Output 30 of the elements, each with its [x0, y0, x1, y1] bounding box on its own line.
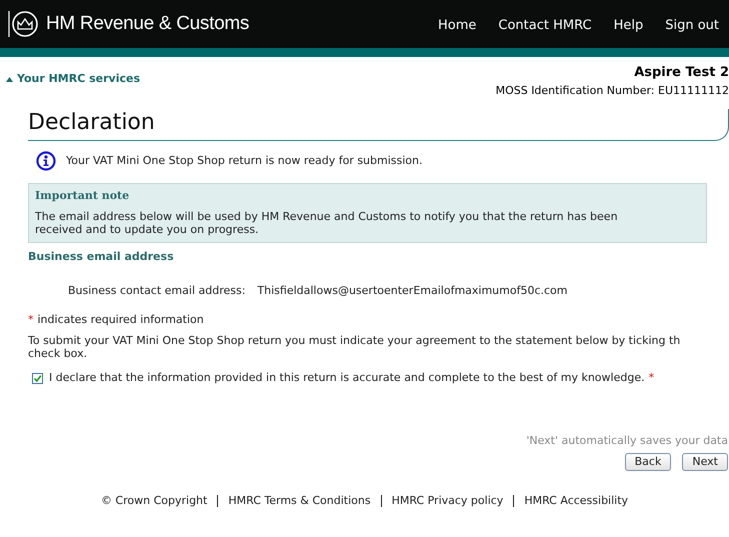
note-heading: Important note: [35, 188, 130, 204]
nav-link[interactable]: Sign out: [665, 16, 719, 36]
footer-link[interactable]: © Crown Copyright: [100, 493, 208, 510]
form-button[interactable]: Back: [624, 453, 672, 471]
form-button[interactable]: Next: [682, 453, 728, 471]
footer-link[interactable]: HMRC Accessibility: [524, 493, 628, 510]
nav-link[interactable]: Help: [614, 16, 644, 36]
brand-name: HM Revenue & Customs: [46, 12, 250, 36]
page-title: Declaration: [28, 109, 155, 137]
crown-logo-icon: [8, 9, 38, 39]
declaration-checkbox[interactable]: [32, 372, 43, 384]
account-name: Aspire Test 2: [634, 64, 729, 82]
footer-link[interactable]: HMRC Privacy policy: [392, 493, 504, 510]
info-icon: [36, 151, 56, 171]
footer-link[interactable]: HMRC Terms & Conditions: [228, 493, 371, 510]
services-link[interactable]: Your HMRC services: [0, 63, 140, 88]
nav-link[interactable]: Home: [438, 16, 476, 36]
save-note: 'Next' automatically saves your data: [526, 432, 728, 448]
declaration-text: I declare that the information provided in this return is accurate and complete to the best of my knowledge. *: [49, 370, 654, 386]
instruction-text: To submit your VAT Mini One Stop Shop return you must indicate your agreement to the statement below by ticking th: [28, 334, 680, 347]
section-heading: Business email address: [28, 248, 175, 264]
account-id: MOSS Identification Number: EU11111112: [496, 82, 729, 98]
triangle-up-icon: [6, 76, 13, 82]
field-label: Business contact email address:: [68, 283, 246, 299]
info-message: Your VAT Mini One Stop Shop return is now ready for submission.: [66, 152, 423, 169]
instruction-text: check box.: [28, 347, 88, 360]
email-value: Thisfieldallows@usertoenterEmailofmaximumof50c.com: [257, 283, 568, 299]
nav-link[interactable]: Contact HMRC: [498, 16, 592, 36]
note-text: The email address below will be used by HM Revenue and Customs to notify you that the return has been received and to update you on progress.: [35, 210, 619, 236]
required-note: * indicates required information: [28, 312, 205, 328]
